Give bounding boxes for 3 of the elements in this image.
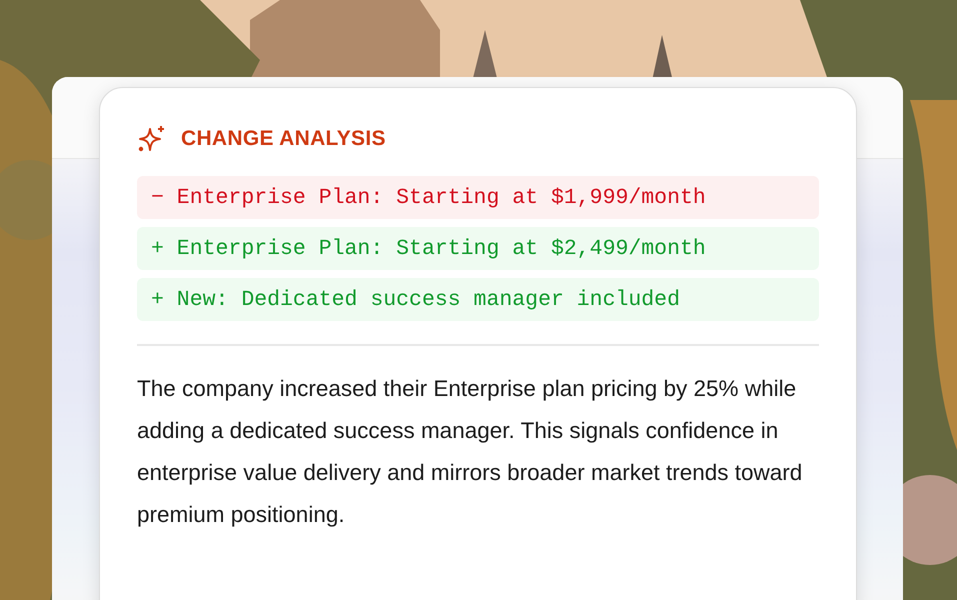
summary-text: The company increased their Enterprise plan pricing by 25% while adding a dedicated success manager. This signals confidence in enterprise value delivery and mirrors broader market trends toward premium positioning. [137, 375, 804, 529]
card-title: CHANGE ANALYSIS [181, 127, 386, 151]
sparkle-icon [137, 124, 167, 154]
